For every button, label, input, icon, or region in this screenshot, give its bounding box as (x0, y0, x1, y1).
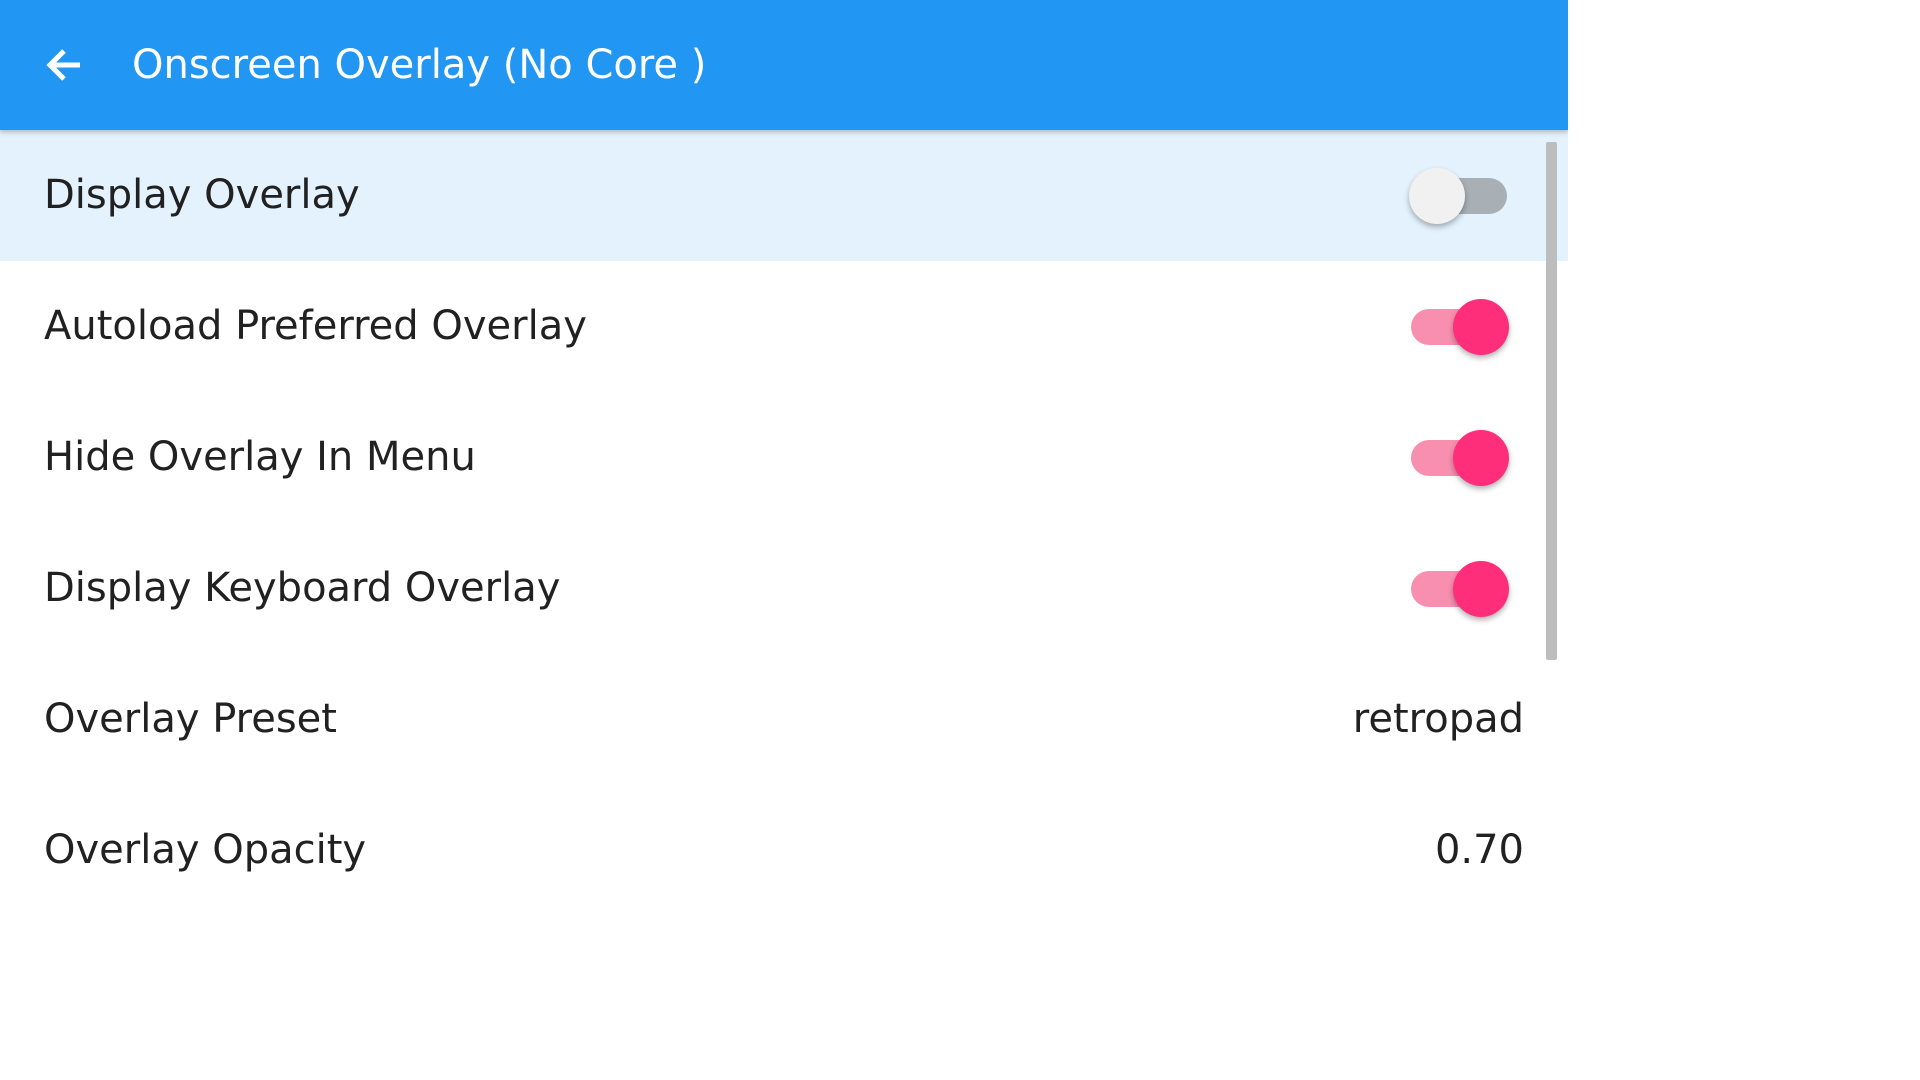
setting-label: Overlay Opacity (44, 827, 367, 873)
setting-row-overlay-opacity[interactable]: Overlay Opacity 0.70 (0, 785, 1568, 882)
app-bar: Onscreen Overlay (No Core ) (0, 0, 1568, 130)
setting-row-display-keyboard-overlay[interactable]: Display Keyboard Overlay (0, 523, 1568, 654)
overlay-preset-value: retropad (1352, 696, 1524, 742)
display-overlay-toggle[interactable] (1408, 167, 1512, 225)
toggle-thumb (1453, 561, 1509, 617)
setting-row-hide-overlay-in-menu[interactable]: Hide Overlay In Menu (0, 392, 1568, 523)
setting-label: Display Keyboard Overlay (44, 565, 561, 611)
settings-list[interactable]: Display Overlay Autoload Preferred Overl… (0, 130, 1568, 882)
setting-label: Overlay Preset (44, 696, 337, 742)
setting-row-autoload-preferred-overlay[interactable]: Autoload Preferred Overlay (0, 261, 1568, 392)
setting-label: Display Overlay (44, 172, 360, 218)
autoload-preferred-overlay-toggle[interactable] (1408, 298, 1512, 356)
setting-row-overlay-preset[interactable]: Overlay Preset retropad (0, 654, 1568, 785)
back-button[interactable] (30, 31, 98, 99)
overlay-opacity-value: 0.70 (1434, 827, 1524, 873)
scrollbar[interactable] (1546, 142, 1557, 660)
display-keyboard-overlay-toggle[interactable] (1408, 560, 1512, 618)
setting-label: Autoload Preferred Overlay (44, 303, 587, 349)
toggle-thumb (1453, 299, 1509, 355)
hide-overlay-in-menu-toggle[interactable] (1408, 429, 1512, 487)
app-window: Onscreen Overlay (No Core ) Display Over… (0, 0, 1568, 882)
toggle-thumb (1453, 430, 1509, 486)
toggle-thumb (1409, 168, 1465, 224)
setting-label: Hide Overlay In Menu (44, 434, 476, 480)
page-title: Onscreen Overlay (No Core ) (132, 42, 707, 88)
arrow-back-icon (46, 49, 80, 81)
setting-row-display-overlay[interactable]: Display Overlay (0, 130, 1568, 261)
